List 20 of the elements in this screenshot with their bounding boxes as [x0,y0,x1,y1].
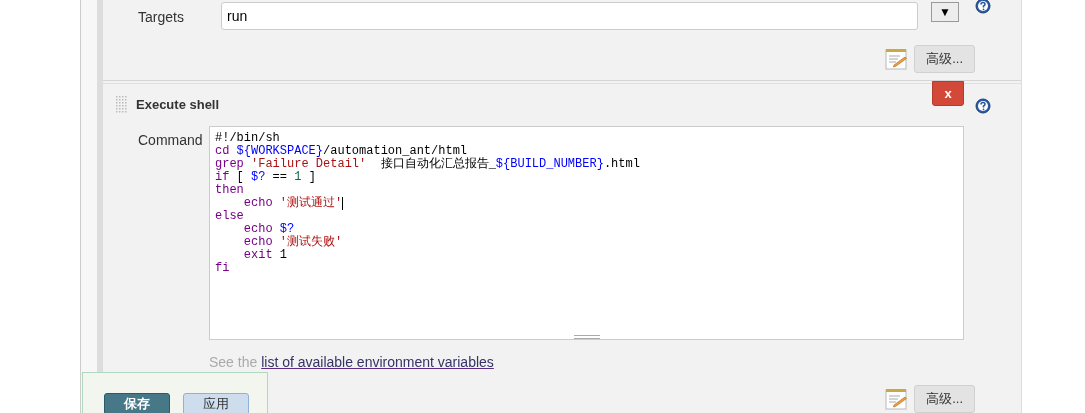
help-icon[interactable] [975,98,991,114]
apply-button[interactable]: 应用 [183,393,249,413]
delete-button[interactable]: x [932,81,964,106]
advanced-button[interactable]: 高级... [914,45,975,73]
advanced-button[interactable]: 高级... [914,385,975,413]
notepad-pencil-icon[interactable] [885,388,908,410]
targets-label: Targets [137,8,185,27]
drag-handle-icon[interactable] [116,96,128,114]
env-variables-link[interactable]: list of available environment variables [261,354,494,370]
command-editor[interactable]: #!/bin/sh cd ${WORKSPACE}/automation_ant/html grep 'Failure Detail' 接口自动化汇总报告_${BUILD_NUMBER}.html if [ $? == 1 ] then echo '测试通过' else echo $? echo '测试失败' exit 1 fi [209,126,964,340]
help-icon[interactable] [975,0,991,14]
hint-text: See the [209,354,258,370]
command-label: Command [137,131,204,150]
save-button[interactable]: 保存 [104,393,170,413]
targets-field[interactable]: run [221,2,918,30]
section-title: Execute shell [136,96,220,115]
text-cursor [342,197,344,210]
notepad-pencil-icon[interactable] [885,48,908,70]
resize-grip[interactable] [574,335,600,339]
expand-button[interactable]: ▼ [931,2,959,22]
